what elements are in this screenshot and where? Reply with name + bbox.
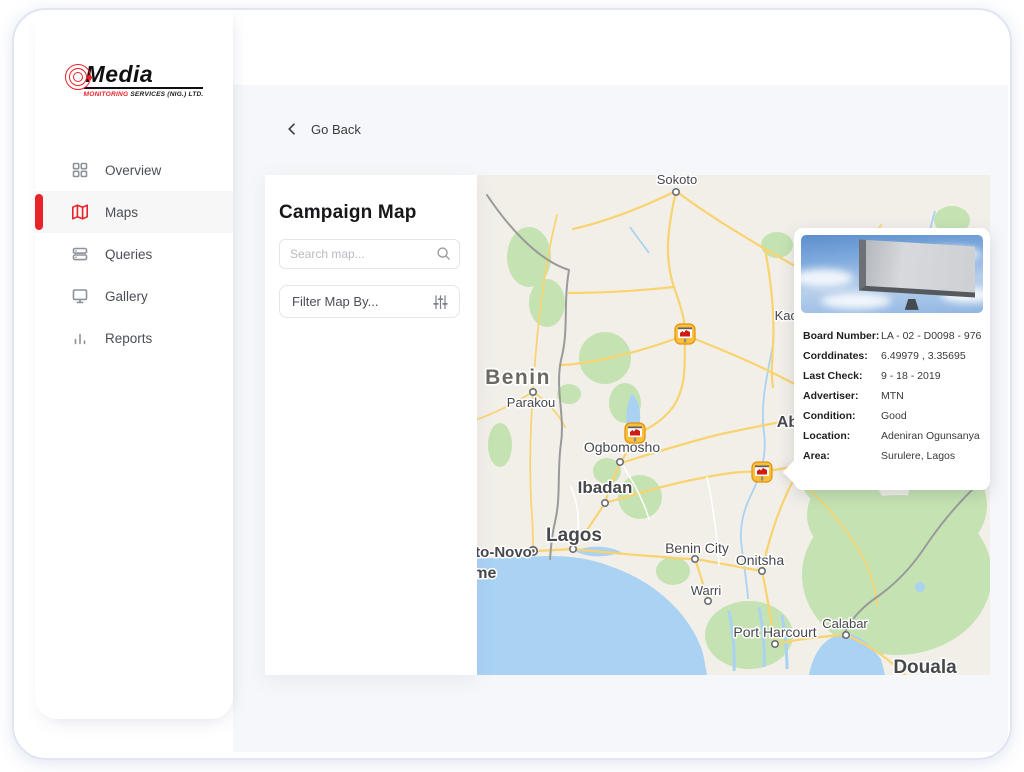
- city-label: Lagos: [546, 525, 602, 546]
- city-dot: [692, 556, 698, 562]
- city-dot: [602, 500, 608, 506]
- billboard-fields: Board Number:LA - 02 - D0098 - 976 Cordd…: [803, 326, 983, 466]
- queries-icon: [71, 245, 89, 263]
- reports-icon: [71, 329, 89, 347]
- city-label: Calabar: [822, 616, 868, 631]
- brand-name: Media: [84, 62, 204, 89]
- billboard-marker[interactable]: [751, 461, 773, 483]
- city-label: Port Harcourt: [733, 624, 816, 640]
- company-logo: Media MONITORING SERVICES (NIG.) LTD.: [35, 62, 233, 98]
- city-label: Benin City: [665, 540, 729, 556]
- filter-map-button[interactable]: Filter Map By...: [279, 285, 460, 318]
- search-icon: [436, 246, 451, 261]
- city-dot: [772, 641, 778, 647]
- chevron-left-icon: [285, 122, 299, 136]
- sidebar-item-maps[interactable]: Maps: [35, 191, 233, 233]
- sidebar: Media MONITORING SERVICES (NIG.) LTD. Ov…: [35, 10, 233, 719]
- field-coordinates: Corddinates:6.49979 , 3.35695: [803, 346, 983, 366]
- city-label: Warri: [691, 583, 722, 598]
- city-label: Douala: [893, 657, 957, 675]
- grid-icon: [71, 161, 89, 179]
- city-label: Ibadan: [578, 478, 633, 497]
- field-location: Location:Adeniran Ogunsanya Road: [803, 426, 983, 446]
- city-label: Sokoto: [657, 175, 697, 187]
- country-label: Benin: [485, 366, 551, 389]
- search-input[interactable]: [279, 239, 460, 269]
- go-back-label: Go Back: [311, 122, 361, 137]
- billboard-face: [859, 239, 975, 298]
- city-dot: [570, 546, 576, 552]
- city-label: Ogbomosho: [584, 439, 660, 455]
- billboard-pole: [905, 299, 919, 310]
- city-dot: [617, 459, 623, 465]
- brand-subtitle: MONITORING SERVICES (NIG.) LTD.: [84, 91, 204, 98]
- app-window: Media MONITORING SERVICES (NIG.) LTD. Ov…: [12, 8, 1012, 760]
- go-back-button[interactable]: Go Back: [285, 118, 361, 140]
- sidebar-item-queries[interactable]: Queries: [35, 233, 233, 275]
- panel-title: Campaign Map: [279, 202, 477, 224]
- filter-label: Filter Map By...: [292, 294, 378, 309]
- city-label: Porto-Novo: [477, 544, 532, 561]
- billboard-info-card: Board Number:LA - 02 - D0098 - 976 Cordd…: [794, 228, 990, 490]
- city-label: Lome: [477, 565, 496, 582]
- city-dot: [759, 568, 765, 574]
- map-icon: [71, 203, 89, 221]
- gallery-icon: [71, 287, 89, 305]
- sidebar-item-overview[interactable]: Overview: [35, 149, 233, 191]
- sidebar-item-reports[interactable]: Reports: [35, 317, 233, 359]
- campaign-map-panel: Campaign Map Filter Map By...: [265, 175, 477, 675]
- billboard-photo: [801, 235, 983, 313]
- city-label: Parakou: [507, 395, 555, 410]
- sliders-icon: [433, 294, 448, 309]
- billboard-marker[interactable]: [674, 323, 696, 345]
- city-dot: [843, 632, 849, 638]
- sidebar-item-gallery[interactable]: Gallery: [35, 275, 233, 317]
- city-label: Onitsha: [736, 552, 784, 568]
- city-dot: [673, 189, 679, 195]
- map-search: [279, 239, 460, 269]
- field-area: Area:Surulere, Lagos: [803, 446, 983, 466]
- field-last-check: Last Check:9 - 18 - 2019: [803, 366, 983, 386]
- field-condition: Condition:Good: [803, 406, 983, 426]
- city-dot: [705, 598, 711, 604]
- field-board-number: Board Number:LA - 02 - D0098 - 976: [803, 326, 983, 346]
- logo-spiral-icon: [65, 64, 93, 94]
- billboard-marker[interactable]: [624, 422, 646, 444]
- field-advertiser: Advertiser:MTN: [803, 386, 983, 406]
